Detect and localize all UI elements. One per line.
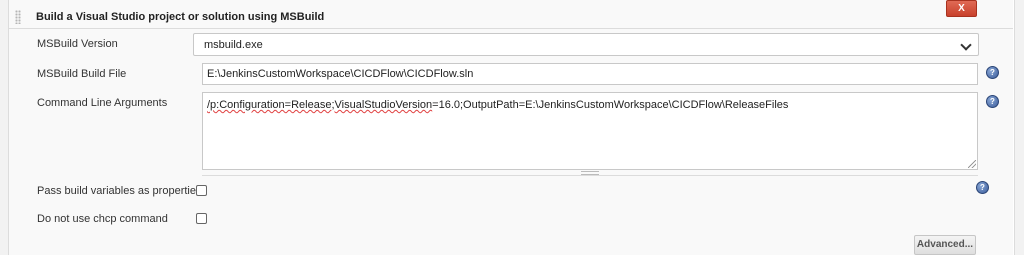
no-chcp-checkbox[interactable]: [196, 213, 207, 224]
command-line-value: /p:Configuration=Release;VisualStudioVer…: [207, 99, 788, 111]
command-line-textarea[interactable]: /p:Configuration=Release;VisualStudioVer…: [202, 92, 978, 170]
left-frame: [0, 0, 9, 255]
help-icon[interactable]: ?: [986, 95, 999, 108]
msbuild-version-label: MSBuild Version: [37, 38, 118, 50]
advanced-button[interactable]: Advanced...: [914, 235, 976, 255]
pass-vars-checkbox[interactable]: [196, 185, 207, 196]
build-file-label: MSBuild Build File: [37, 68, 127, 80]
command-line-part: =16.0;OutputPath=E:\JenkinsCustomWorkspa…: [432, 99, 789, 111]
resize-handle-icon[interactable]: [968, 160, 976, 168]
pass-vars-label: Pass build variables as properties: [37, 185, 202, 197]
textarea-splitter[interactable]: [202, 170, 978, 176]
section-header: Build a Visual Studio project or solutio…: [9, 6, 1013, 29]
build-file-value: E:\JenkinsCustomWorkspace\CICDFlow\CICDF…: [207, 68, 474, 80]
build-file-input[interactable]: E:\JenkinsCustomWorkspace\CICDFlow\CICDF…: [202, 63, 978, 85]
delete-step-button[interactable]: X: [946, 0, 977, 17]
splitter-handle-icon[interactable]: [581, 171, 599, 175]
section-title: Build a Visual Studio project or solutio…: [36, 11, 325, 23]
help-icon[interactable]: ?: [986, 66, 999, 79]
command-line-label: Command Line Arguments: [37, 97, 168, 109]
msbuild-version-select[interactable]: msbuild.exe: [193, 33, 979, 56]
command-line-part: VisualStudioVersion: [334, 99, 433, 111]
right-frame: [1014, 0, 1024, 255]
drag-handle-icon[interactable]: [15, 10, 21, 24]
chevron-down-icon: [960, 39, 972, 51]
msbuild-version-value: msbuild.exe: [204, 39, 263, 51]
command-line-part: /p:Configuration=: [207, 99, 292, 111]
msbuild-step-panel: Build a Visual Studio project or solutio…: [9, 0, 1013, 255]
command-line-part: Release: [291, 99, 332, 111]
no-chcp-label: Do not use chcp command: [37, 213, 168, 225]
help-icon[interactable]: ?: [976, 181, 989, 194]
